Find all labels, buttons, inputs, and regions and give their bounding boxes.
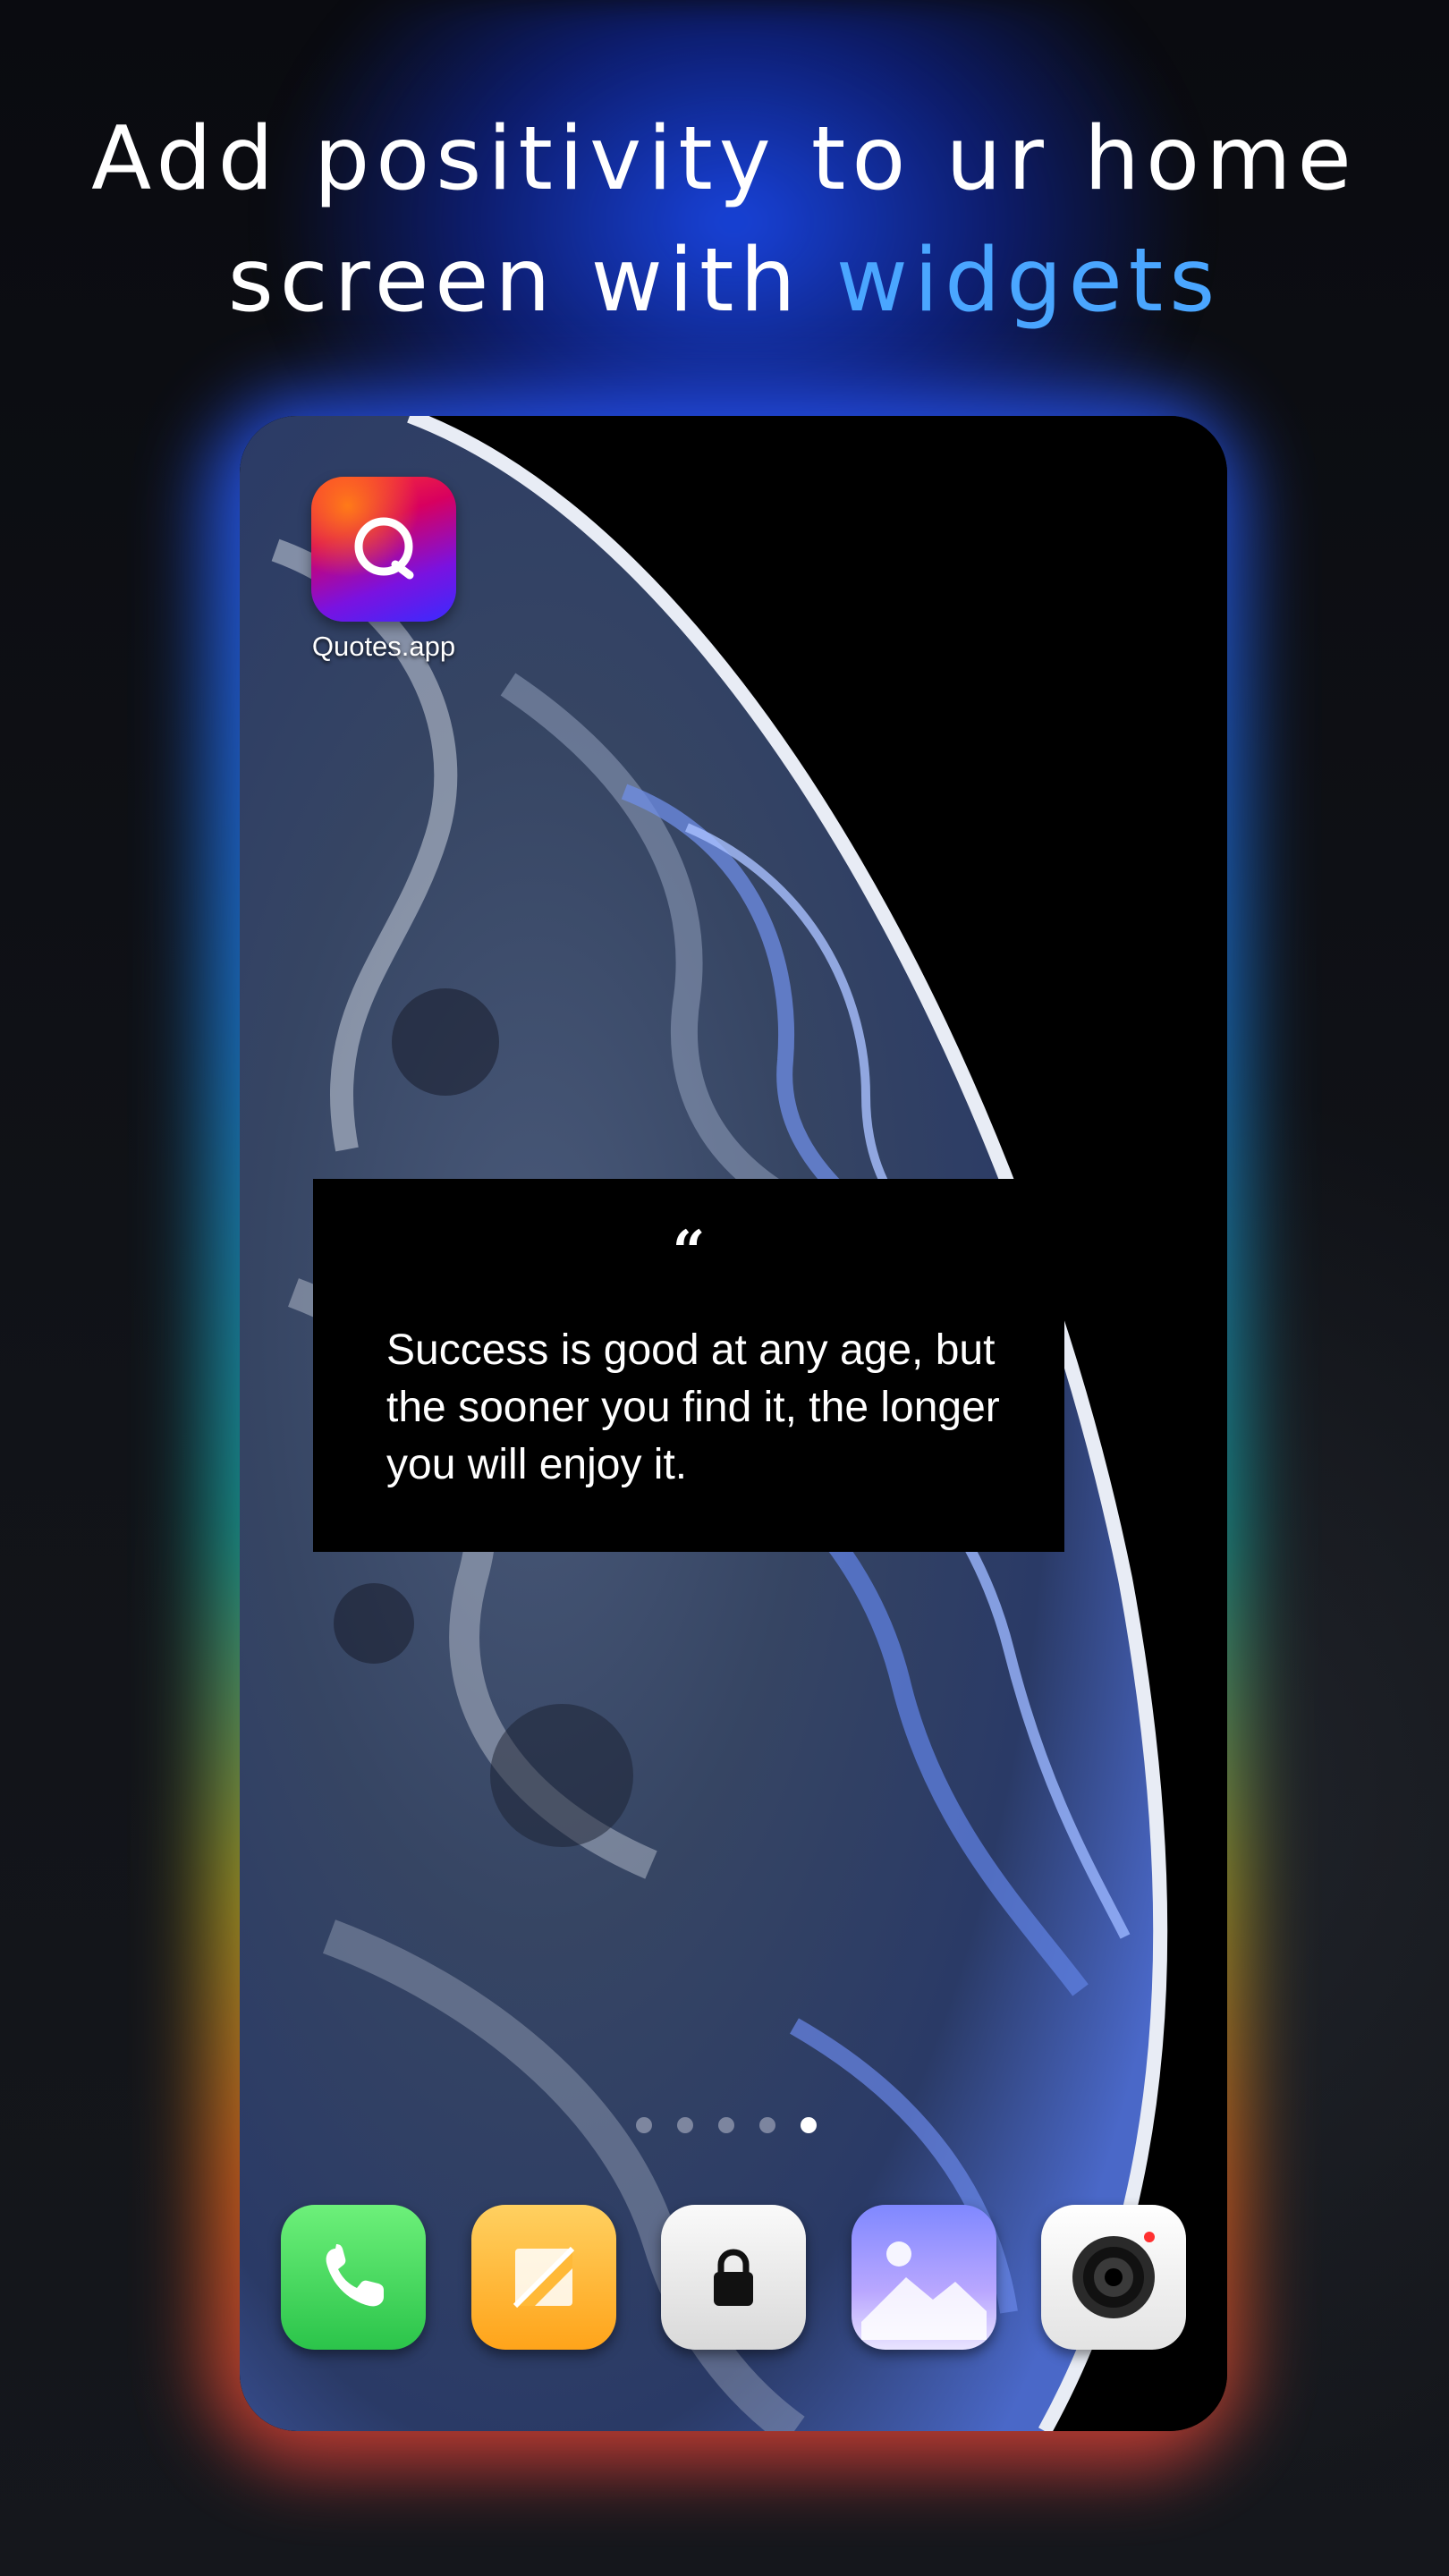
quotes-app-icon[interactable] (311, 477, 456, 622)
notes-app-icon[interactable] (470, 2205, 616, 2350)
gallery-app-icon[interactable] (851, 2205, 996, 2350)
page-dot[interactable] (677, 2117, 693, 2133)
camera-app-icon[interactable] (1041, 2205, 1186, 2350)
lock-icon (714, 2249, 753, 2306)
headline-line-2-prefix: screen with (227, 230, 836, 332)
quotes-app-label: Quotes.app (311, 631, 456, 662)
page-indicator (636, 2116, 817, 2134)
gallery-icon (860, 2241, 987, 2340)
page-dot[interactable] (718, 2117, 734, 2133)
q-letter-icon (354, 517, 414, 580)
headline-line-2: screen with widgets (0, 220, 1449, 342)
phone-app-icon[interactable] (281, 2205, 426, 2350)
notes-icon (513, 2246, 574, 2309)
page-dot-active[interactable] (801, 2117, 817, 2133)
promo-headline: Add positivity to ur home screen with wi… (0, 98, 1449, 342)
phone-icon (326, 2244, 384, 2307)
camera-icon (1072, 2232, 1155, 2318)
page-dot[interactable] (636, 2117, 652, 2133)
quote-text: Success is good at any age, but the soon… (386, 1326, 1000, 1488)
quote-widget[interactable]: “ Success is good at any age, but the so… (313, 1179, 1064, 1552)
app-dock (281, 2205, 1186, 2350)
page-dot[interactable] (759, 2117, 775, 2133)
lock-app-icon[interactable] (661, 2205, 806, 2350)
quote-mark-icon: “ (672, 1218, 706, 1285)
headline-accent-word: widgets (835, 230, 1222, 332)
headline-line-1: Add positivity to ur home (91, 108, 1358, 210)
phone-screen: Quotes.app “ Success is good at any age,… (240, 416, 1227, 2431)
